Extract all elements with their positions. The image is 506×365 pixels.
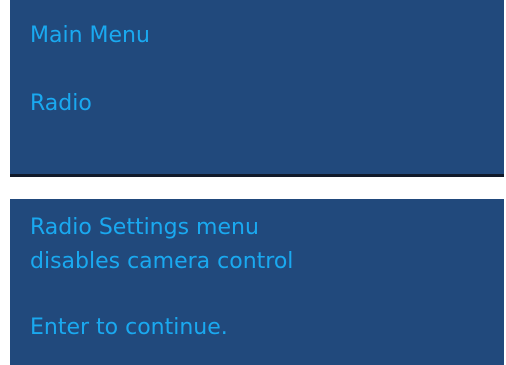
main-menu-title: Main Menu [30, 23, 150, 48]
message-panel: Radio Settings menu disables camera cont… [10, 199, 504, 365]
main-menu-panel: Main Menu Radio [10, 0, 504, 177]
continue-prompt[interactable]: Enter to continue. [30, 314, 228, 342]
message-line-2: disables camera control [30, 249, 294, 274]
menu-item-radio[interactable]: Radio [30, 90, 92, 118]
message-line-1: Radio Settings menu [30, 215, 259, 240]
